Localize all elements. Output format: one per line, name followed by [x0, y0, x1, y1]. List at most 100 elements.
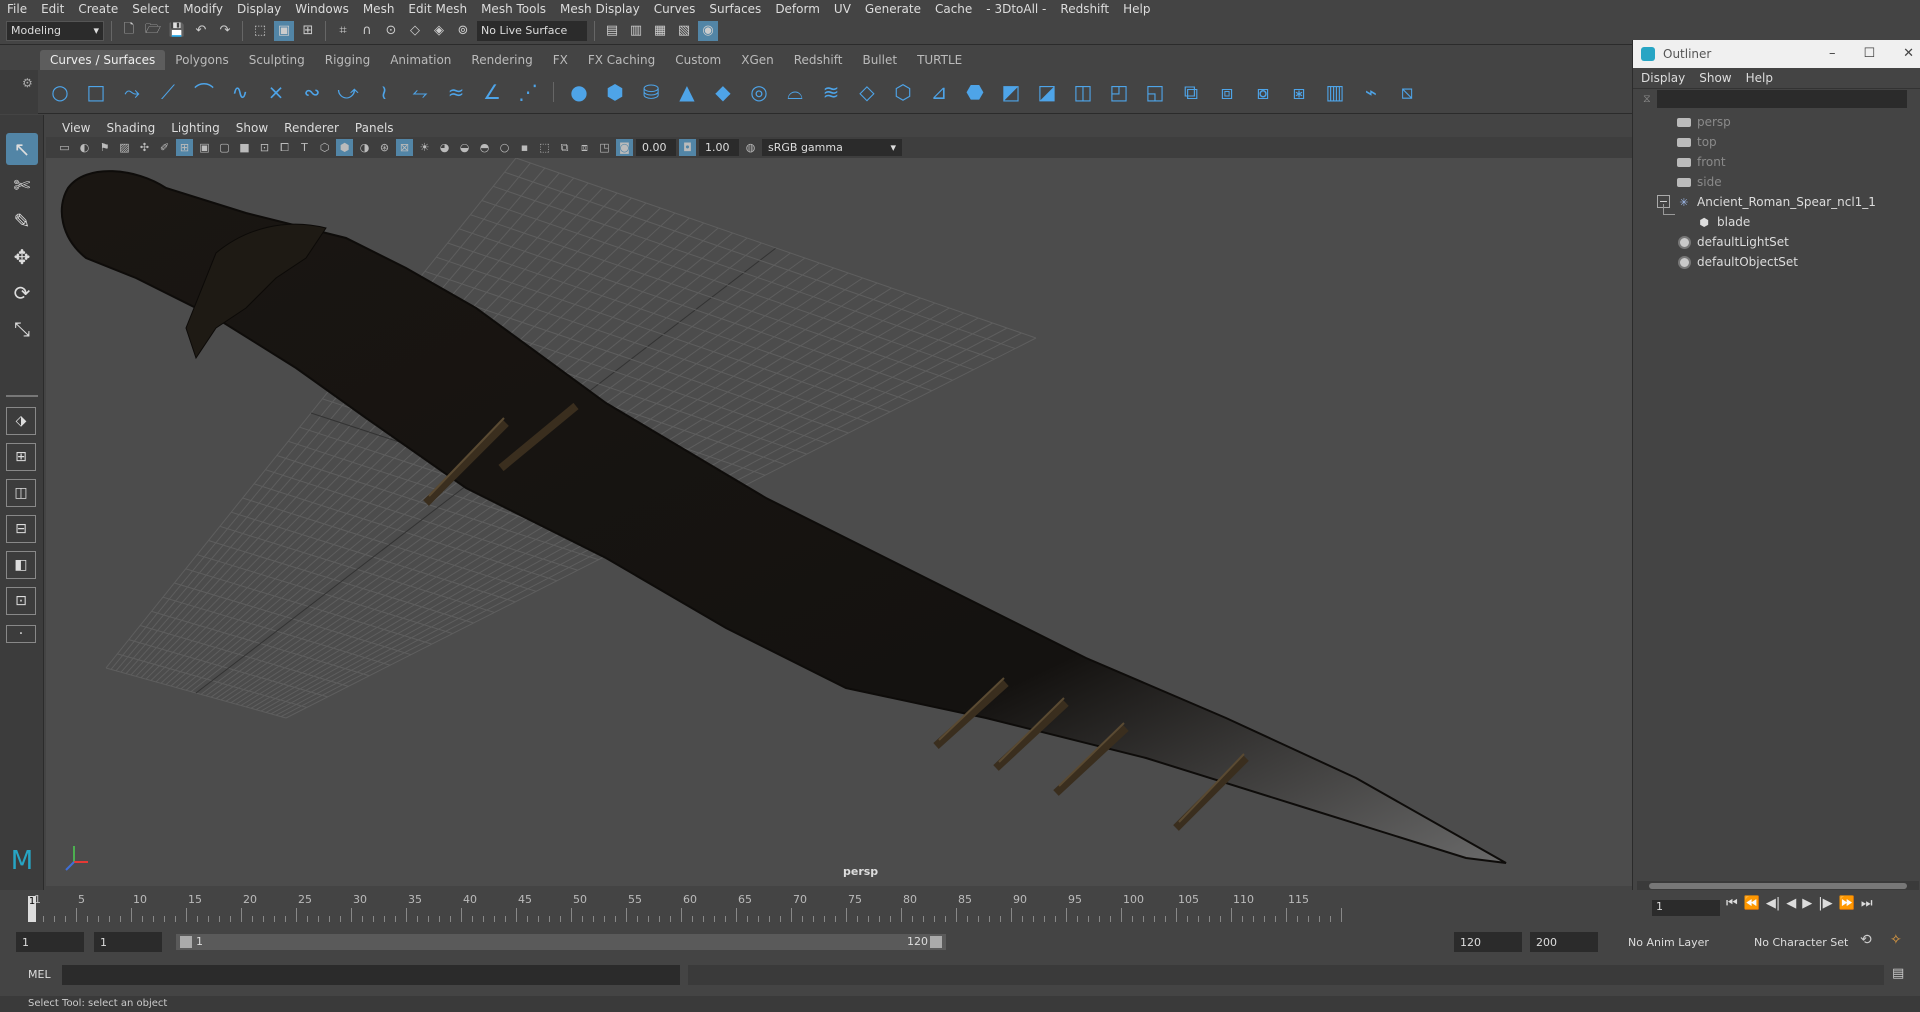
outliner-search-input[interactable]: [1657, 89, 1907, 108]
auto-key-icon[interactable]: ⟲: [1860, 932, 1872, 948]
menu-curves[interactable]: Curves: [647, 2, 703, 16]
square-surface-icon[interactable]: ◪: [1033, 78, 1061, 106]
safe-action-icon[interactable]: ⧠: [276, 139, 293, 156]
scale-tool-icon[interactable]: ⤡: [6, 313, 38, 345]
menu-modify[interactable]: Modify: [176, 2, 230, 16]
nurbs-square-icon[interactable]: □: [82, 78, 110, 106]
loft-icon[interactable]: ≋: [817, 78, 845, 106]
bevel-plus-icon[interactable]: ⬣: [961, 78, 989, 106]
animation-end-field[interactable]: 200: [1530, 932, 1598, 952]
rebuild-curve-icon[interactable]: ∠: [478, 78, 506, 106]
menu-mesh-display[interactable]: Mesh Display: [553, 2, 647, 16]
wireframe-icon[interactable]: ⬡: [316, 139, 333, 156]
outliner-menu-show[interactable]: Show: [1699, 71, 1731, 85]
minimize-icon[interactable]: –: [1829, 46, 1836, 61]
menu-file[interactable]: File: [0, 2, 34, 16]
tab-custom[interactable]: Custom: [665, 50, 731, 70]
panel-menu-view[interactable]: View: [54, 121, 98, 135]
menu-mesh[interactable]: Mesh: [356, 2, 402, 16]
boundary-icon[interactable]: ◩: [997, 78, 1025, 106]
time-slider-ruler[interactable]: 1 5 10 15 20 25 30 35 40 45 50 55 60 65 70 75 80 85 90 95 10…: [28, 890, 1640, 922]
intersect-icon[interactable]: ◰: [1105, 78, 1133, 106]
step-forward-icon[interactable]: ⏩: [1839, 896, 1855, 911]
2d-pan-zoom-icon[interactable]: ✣: [136, 139, 153, 156]
menu-generate[interactable]: Generate: [858, 2, 928, 16]
ambient-occlusion-icon[interactable]: ◒: [456, 139, 473, 156]
default-material-icon[interactable]: ◑: [356, 139, 373, 156]
nurbs-plane-icon[interactable]: ◆: [709, 78, 737, 106]
filter-icon[interactable]: ⧖: [1643, 92, 1651, 106]
motion-blur-icon[interactable]: ◓: [476, 139, 493, 156]
character-set-dropdown[interactable]: No Character Set: [1748, 932, 1864, 952]
shelf-settings-icon[interactable]: ⚙: [22, 76, 33, 90]
backface-culling-icon[interactable]: ◳: [596, 139, 613, 156]
script-editor-icon[interactable]: ▤: [1892, 966, 1904, 981]
color-management-icon[interactable]: ◍: [742, 139, 759, 156]
snap-view-plane-icon[interactable]: ◇: [405, 21, 425, 41]
snap-curve-icon[interactable]: ∩: [357, 21, 377, 41]
smooth-shade-icon[interactable]: ⬢: [336, 139, 353, 156]
tab-fx-caching[interactable]: FX Caching: [578, 50, 665, 70]
safe-title-icon[interactable]: T: [296, 139, 313, 156]
gate-mask-icon[interactable]: ■: [236, 139, 253, 156]
command-language-label[interactable]: MEL: [28, 968, 51, 981]
gamma-icon[interactable]: ◘: [679, 139, 696, 156]
menu-uv[interactable]: UV: [827, 2, 858, 16]
tab-xgen[interactable]: XGen: [731, 50, 784, 70]
menu-create[interactable]: Create: [71, 2, 125, 16]
tab-bullet[interactable]: Bullet: [852, 50, 907, 70]
arc-tool-icon[interactable]: ⨯: [262, 78, 290, 106]
bookmark-icon[interactable]: ⚑: [96, 139, 113, 156]
nurbs-circle-icon[interactable]: ○: [46, 78, 74, 106]
tab-redshift[interactable]: Redshift: [784, 50, 853, 70]
outliner-node-default-object-set[interactable]: defaultObjectSet: [1677, 252, 1798, 272]
planar-icon[interactable]: ◇: [853, 78, 881, 106]
snap-surface-icon[interactable]: ◈: [429, 21, 449, 41]
tab-fx[interactable]: FX: [543, 50, 578, 70]
tab-rendering[interactable]: Rendering: [461, 50, 542, 70]
menu-redshift[interactable]: Redshift: [1053, 2, 1116, 16]
range-bar[interactable]: 1 120: [176, 934, 946, 950]
single-perspective-layout-icon[interactable]: ⬗: [6, 407, 36, 435]
anim-layer-dropdown[interactable]: No Anim Layer: [1622, 932, 1732, 952]
attach-surfaces-icon[interactable]: ⧈: [1213, 78, 1241, 106]
outliner-node-default-light-set[interactable]: defaultLightSet: [1677, 232, 1789, 252]
use-all-lights-icon[interactable]: ☀: [416, 139, 433, 156]
outliner-node-top[interactable]: top: [1677, 132, 1717, 152]
ipr-render-icon[interactable]: ▦: [650, 21, 670, 41]
panel-menu-panels[interactable]: Panels: [347, 121, 402, 135]
redo-icon[interactable]: ↷: [215, 21, 235, 41]
menu-surfaces[interactable]: Surfaces: [702, 2, 768, 16]
field-chart-icon[interactable]: ⊡: [256, 139, 273, 156]
nurbs-cube-icon[interactable]: ⬢: [601, 78, 629, 106]
playback-start-field[interactable]: 1: [94, 932, 162, 952]
snap-point-icon[interactable]: ⊙: [381, 21, 401, 41]
lasso-tool-icon[interactable]: ✄: [6, 169, 38, 201]
menu-edit-mesh[interactable]: Edit Mesh: [401, 2, 474, 16]
open-scene-icon[interactable]: 🗁: [143, 21, 163, 41]
go-to-end-icon[interactable]: ⏭: [1861, 896, 1873, 911]
extrude-icon[interactable]: ⬡: [889, 78, 917, 106]
render-settings-icon[interactable]: ▧: [674, 21, 694, 41]
anti-aliasing-icon[interactable]: ○: [496, 139, 513, 156]
xray-icon[interactable]: ⧉: [556, 139, 573, 156]
current-frame-field[interactable]: 1: [1652, 900, 1720, 916]
menu-help[interactable]: Help: [1116, 2, 1157, 16]
outliner-titlebar[interactable]: Outliner – ☐ ✕: [1633, 40, 1920, 68]
film-gate-icon[interactable]: ▣: [196, 139, 213, 156]
rebuild-surface-icon[interactable]: ⧅: [1393, 78, 1421, 106]
textured-icon[interactable]: ⊠: [396, 139, 413, 156]
snap-grid-icon[interactable]: ⌗: [333, 21, 353, 41]
hypershade-icon[interactable]: ◉: [698, 20, 718, 41]
animation-preferences-icon[interactable]: ✧: [1890, 932, 1902, 948]
panel-menu-renderer[interactable]: Renderer: [276, 121, 347, 135]
animation-start-field[interactable]: 1: [16, 932, 84, 952]
snap-live-icon[interactable]: ⊚: [453, 21, 473, 41]
bezier-curve-icon[interactable]: ⌒: [190, 78, 218, 106]
render-current-icon[interactable]: ▥: [626, 21, 646, 41]
insert-isoparms-icon[interactable]: ⧆: [1285, 78, 1313, 106]
play-backwards-icon[interactable]: ◀: [1786, 896, 1796, 911]
undo-icon[interactable]: ↶: [191, 21, 211, 41]
outliner-menu-display[interactable]: Display: [1641, 71, 1685, 85]
step-forward-key-icon[interactable]: |▶: [1818, 896, 1832, 911]
